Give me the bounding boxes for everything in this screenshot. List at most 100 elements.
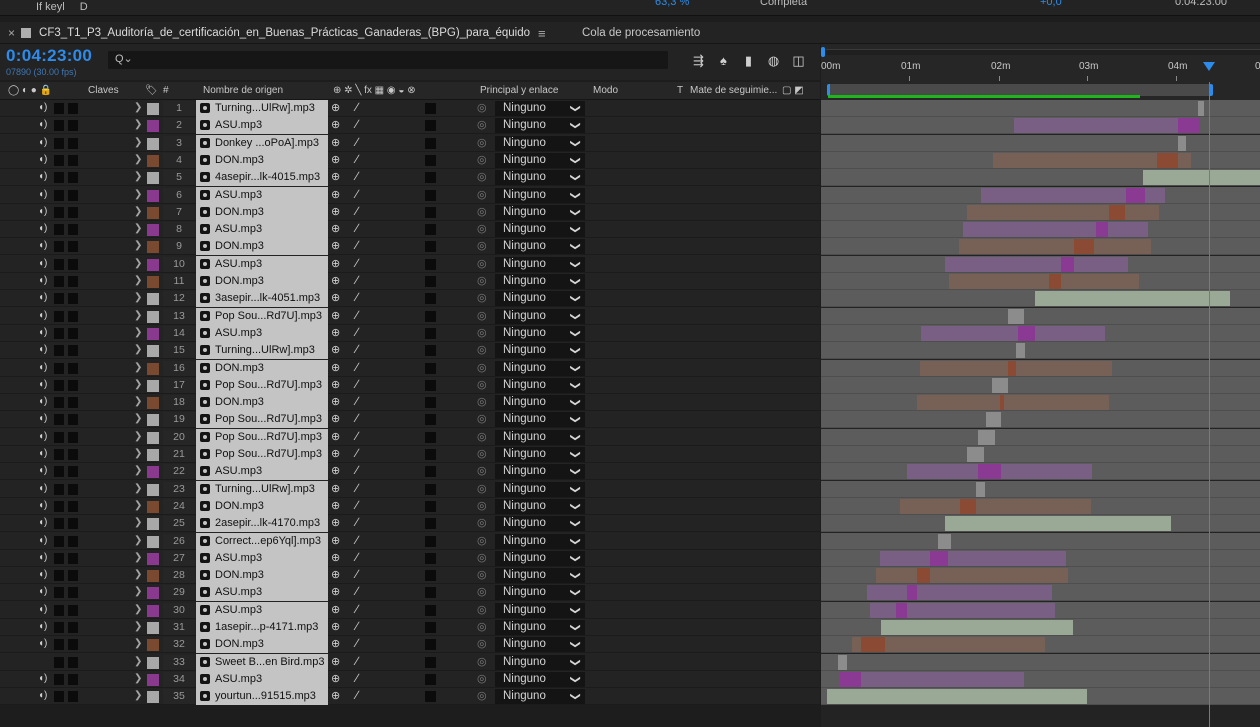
pick-whip-icon[interactable]: ◎ <box>477 482 487 495</box>
chevron-right-icon[interactable]: ❯ <box>134 673 142 684</box>
label-color-swatch[interactable] <box>147 432 159 444</box>
table-row[interactable]: ◖) ❯ 11 DON.mp3 ⊕ ∕ ◎ Ninguno ❯ <box>0 273 820 290</box>
quality-switch-icon[interactable]: ∕ <box>356 325 358 339</box>
layer-active-segment[interactable] <box>1000 395 1004 410</box>
lock-switch[interactable] <box>68 172 78 183</box>
pick-whip-icon[interactable]: ◎ <box>477 655 487 668</box>
layer-active-segment[interactable] <box>840 672 861 687</box>
solo-switch[interactable] <box>54 605 64 616</box>
layer-active-segment[interactable] <box>1049 274 1061 289</box>
lock-switch[interactable] <box>68 259 78 270</box>
table-row[interactable]: ◖) ❯ 27 ASU.mp3 ⊕ ∕ ◎ Ninguno ❯ <box>0 550 820 567</box>
speaker-icon[interactable]: ◖) <box>38 465 52 477</box>
3d-layer-switch[interactable] <box>425 224 436 235</box>
label-color-swatch[interactable] <box>147 536 159 548</box>
quality-switch-icon[interactable]: ∕ <box>356 290 358 304</box>
layer-duration-bar[interactable] <box>880 551 1066 566</box>
pick-whip-icon[interactable]: ◎ <box>477 291 487 304</box>
quality-switch-icon[interactable]: ∕ <box>356 654 358 668</box>
shy-switch-icon[interactable]: ⊕ <box>331 291 340 304</box>
pick-whip-icon[interactable]: ◎ <box>477 689 487 702</box>
speaker-icon[interactable]: ◖) <box>38 604 52 616</box>
chevron-right-icon[interactable]: ❯ <box>134 189 142 200</box>
layer-active-segment[interactable] <box>907 585 917 600</box>
shy-switch-icon[interactable]: ⊕ <box>331 534 340 547</box>
chevron-right-icon[interactable]: ❯ <box>134 431 142 442</box>
layer-name-cell[interactable]: Turning...UlRw].mp3 <box>196 481 328 498</box>
lock-switch[interactable] <box>68 397 78 408</box>
solo-switch[interactable] <box>54 674 64 685</box>
lock-switch[interactable] <box>68 587 78 598</box>
3d-layer-switch[interactable] <box>425 484 436 495</box>
parent-dropdown[interactable]: Ninguno ❯ <box>495 118 585 133</box>
label-color-swatch[interactable] <box>147 120 159 132</box>
quality-switch-icon[interactable]: ∕ <box>356 533 358 547</box>
quality-switch-icon[interactable]: ∕ <box>356 360 358 374</box>
shy-switch-icon[interactable]: ⊕ <box>331 447 340 460</box>
quality-switch-icon[interactable]: ∕ <box>356 636 358 650</box>
layer-active-segment[interactable] <box>1096 222 1108 237</box>
label-color-swatch[interactable] <box>147 484 159 496</box>
quality-switch-icon[interactable]: ∕ <box>356 377 358 391</box>
3d-layer-switch[interactable] <box>425 311 436 322</box>
chevron-right-icon[interactable]: ❯ <box>134 137 142 148</box>
speaker-icon[interactable]: ◖) <box>38 223 52 235</box>
pick-whip-icon[interactable]: ◎ <box>477 585 487 598</box>
label-color-swatch[interactable] <box>147 207 159 219</box>
layer-duration-bar[interactable] <box>1143 170 1260 185</box>
speaker-icon[interactable]: ◖) <box>38 258 52 270</box>
lock-switch[interactable] <box>68 138 78 149</box>
layer-duration-bar[interactable] <box>967 447 984 462</box>
shy-switch-icon[interactable]: ⊕ <box>331 118 340 131</box>
label-color-swatch[interactable] <box>147 190 159 202</box>
pick-whip-icon[interactable]: ◎ <box>477 464 487 477</box>
layer-name-cell[interactable]: 2asepir...lk-4170.mp3 <box>196 515 328 532</box>
quality-switch-icon[interactable]: ∕ <box>356 463 358 477</box>
quality-switch-icon[interactable]: ∕ <box>356 567 358 581</box>
solo-switch[interactable] <box>54 276 64 287</box>
speaker-icon[interactable]: ◖) <box>38 535 52 547</box>
shy-switch-icon[interactable]: ⊕ <box>331 689 340 702</box>
layer-duration-bar[interactable] <box>881 620 1073 635</box>
chevron-right-icon[interactable]: ❯ <box>134 656 142 667</box>
chevron-right-icon[interactable]: ❯ <box>134 327 142 338</box>
speaker-icon[interactable]: ◖) <box>38 119 52 131</box>
layer-active-segment[interactable] <box>1157 153 1178 168</box>
3d-layer-switch[interactable] <box>425 553 436 564</box>
quality-switch-icon[interactable]: ∕ <box>356 187 358 201</box>
quality-switch-icon[interactable]: ∕ <box>356 584 358 598</box>
layer-name-cell[interactable]: 3asepir...lk-4051.mp3 <box>196 290 328 307</box>
speaker-icon[interactable]: ◖) <box>38 275 52 287</box>
parent-dropdown[interactable]: Ninguno ❯ <box>495 222 585 237</box>
speaker-icon[interactable]: ◖) <box>38 102 52 114</box>
layer-name-cell[interactable]: ASU.mp3 <box>196 584 328 601</box>
chevron-right-icon[interactable]: ❯ <box>134 171 142 182</box>
3d-layer-switch[interactable] <box>425 657 436 668</box>
pick-whip-icon[interactable]: ◎ <box>477 603 487 616</box>
solo-switch[interactable] <box>54 397 64 408</box>
3d-layer-switch[interactable] <box>425 172 436 183</box>
pick-whip-icon[interactable]: ◎ <box>477 430 487 443</box>
label-tag-icon[interactable]: 🏷 <box>145 85 158 96</box>
table-row[interactable]: ◖) ❯ 5 4asepir...lk-4015.mp3 ⊕ ∕ ◎ Ninguno ❯ <box>0 169 820 186</box>
lock-switch[interactable] <box>68 276 78 287</box>
parent-dropdown[interactable]: Ninguno ❯ <box>495 655 585 670</box>
table-row[interactable]: ◖) ❯ 13 Pop Sou...Rd7U].mp3 ⊕ ∕ ◎ Ninguno ❯ <box>0 308 820 325</box>
shy-switch-icon[interactable]: ⊕ <box>331 482 340 495</box>
tab-composition[interactable]: × CF3_T1_P3_Auditoría_de_certificación_e… <box>0 22 546 44</box>
layer-duration-bar[interactable] <box>920 361 1112 376</box>
playhead-line[interactable] <box>1209 82 1210 727</box>
pick-whip-icon[interactable]: ◎ <box>477 516 487 529</box>
solo-switch[interactable] <box>54 570 64 581</box>
chevron-right-icon[interactable]: ❯ <box>134 379 142 390</box>
speaker-icon[interactable]: ◖) <box>38 240 52 252</box>
quality-switch-icon[interactable]: ∕ <box>356 515 358 529</box>
solo-switch[interactable] <box>54 501 64 512</box>
chevron-right-icon[interactable]: ❯ <box>134 552 142 563</box>
layer-duration-bar[interactable] <box>945 257 1128 272</box>
lock-switch[interactable] <box>68 224 78 235</box>
label-color-swatch[interactable] <box>147 605 159 617</box>
layer-duration-bar[interactable] <box>938 534 951 549</box>
chevron-right-icon[interactable]: ❯ <box>134 535 142 546</box>
pick-whip-icon[interactable]: ◎ <box>477 534 487 547</box>
